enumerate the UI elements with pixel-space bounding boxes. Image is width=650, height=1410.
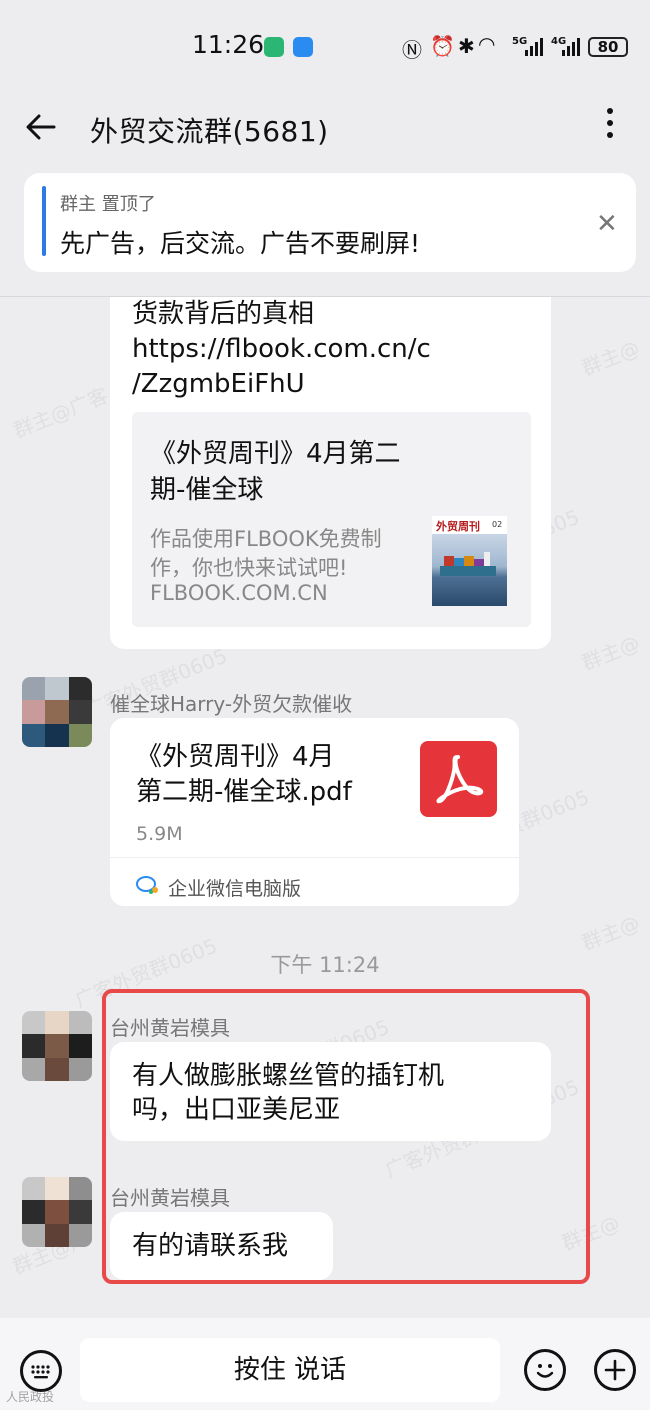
corner-watermark: 人民政投 (6, 1390, 55, 1404)
pinned-meta: 群主 置顶了 (60, 194, 156, 215)
sender-name[interactable]: 台州黄岩模具 (110, 1012, 230, 1041)
bluetooth-icon: ✱ (458, 34, 475, 58)
file-name: 《外贸周刊》4月 (136, 742, 335, 772)
signal-bars-icon (562, 36, 580, 56)
divider (110, 857, 519, 858)
message-link[interactable]: https://flbook.com.cn/c (132, 332, 431, 366)
avatar[interactable] (22, 1177, 92, 1247)
card-title: 期-催全球 (150, 475, 264, 505)
chat-area[interactable]: 群主@广客 群主@ 贸群0605 广客外贸群0605 群主@ 贸群0605 广客… (0, 297, 650, 1317)
alarm-icon: ⏰ (430, 34, 455, 58)
sender-name[interactable]: 催全球Harry-外贸欠款催收 (110, 688, 352, 717)
file-size: 5.9M (136, 823, 183, 845)
pinned-text: 先广告，后交流。广告不要刷屏! (60, 229, 421, 258)
pinned-accent-bar (42, 186, 46, 256)
message-text: 吗，出口亚美尼亚 (132, 1095, 341, 1125)
message-text: 有人做膨胀螺丝管的插钉机 (132, 1061, 445, 1091)
thumbnail-title: 外贸周刊 (436, 520, 480, 533)
keyboard-icon[interactable] (20, 1350, 62, 1392)
plus-icon[interactable] (594, 1349, 636, 1391)
watermark: 群主@广客 (9, 383, 112, 443)
message-text: 有的请联系我 (132, 1231, 289, 1261)
status-bar (0, 0, 650, 95)
card-description: 作品使用FLBOOK免费制 (150, 527, 382, 551)
group-title: 外贸交流群(5681) (90, 115, 329, 148)
wifi-icon: ◠ (478, 32, 496, 56)
nfc-icon: Ⓝ (402, 38, 422, 62)
back-arrow-icon[interactable] (24, 110, 58, 150)
sender-name[interactable]: 台州黄岩模具 (110, 1182, 230, 1211)
more-options-icon[interactable] (596, 108, 624, 148)
message-text: 货款背后的真相 (132, 299, 315, 329)
card-description: 作，你也快来试试吧! (150, 556, 348, 580)
status-time: 11:26 (192, 30, 265, 59)
card-domain: FLBOOK.COM.CN (150, 581, 328, 605)
close-icon[interactable]: ✕ (596, 209, 618, 239)
thumbnail-issue: 02 (492, 520, 503, 529)
watermark: 群主@ (578, 630, 643, 676)
hold-to-talk-button[interactable]: 按住 说话 (80, 1338, 500, 1402)
app-notification-icon (264, 37, 284, 57)
timestamp: 下午 11:24 (270, 953, 380, 977)
ship-image (432, 534, 507, 606)
pdf-icon (420, 741, 497, 817)
signal-bars-icon (525, 36, 543, 56)
wecom-icon (136, 875, 160, 895)
emoji-icon[interactable] (524, 1349, 566, 1391)
watermark: 群主@ (578, 335, 643, 381)
card-thumbnail: 外贸周刊 02 (432, 516, 507, 606)
file-source: 企业微信电脑版 (168, 878, 302, 900)
card-title: 《外贸周刊》4月第二 (150, 439, 401, 469)
battery-icon: 80 (588, 37, 628, 57)
weather-notification-icon (293, 37, 313, 57)
avatar[interactable] (22, 1011, 92, 1081)
file-name: 第二期-催全球.pdf (136, 777, 352, 807)
avatar[interactable] (22, 677, 92, 747)
message-link[interactable]: /ZzgmbEiFhU (132, 367, 305, 401)
